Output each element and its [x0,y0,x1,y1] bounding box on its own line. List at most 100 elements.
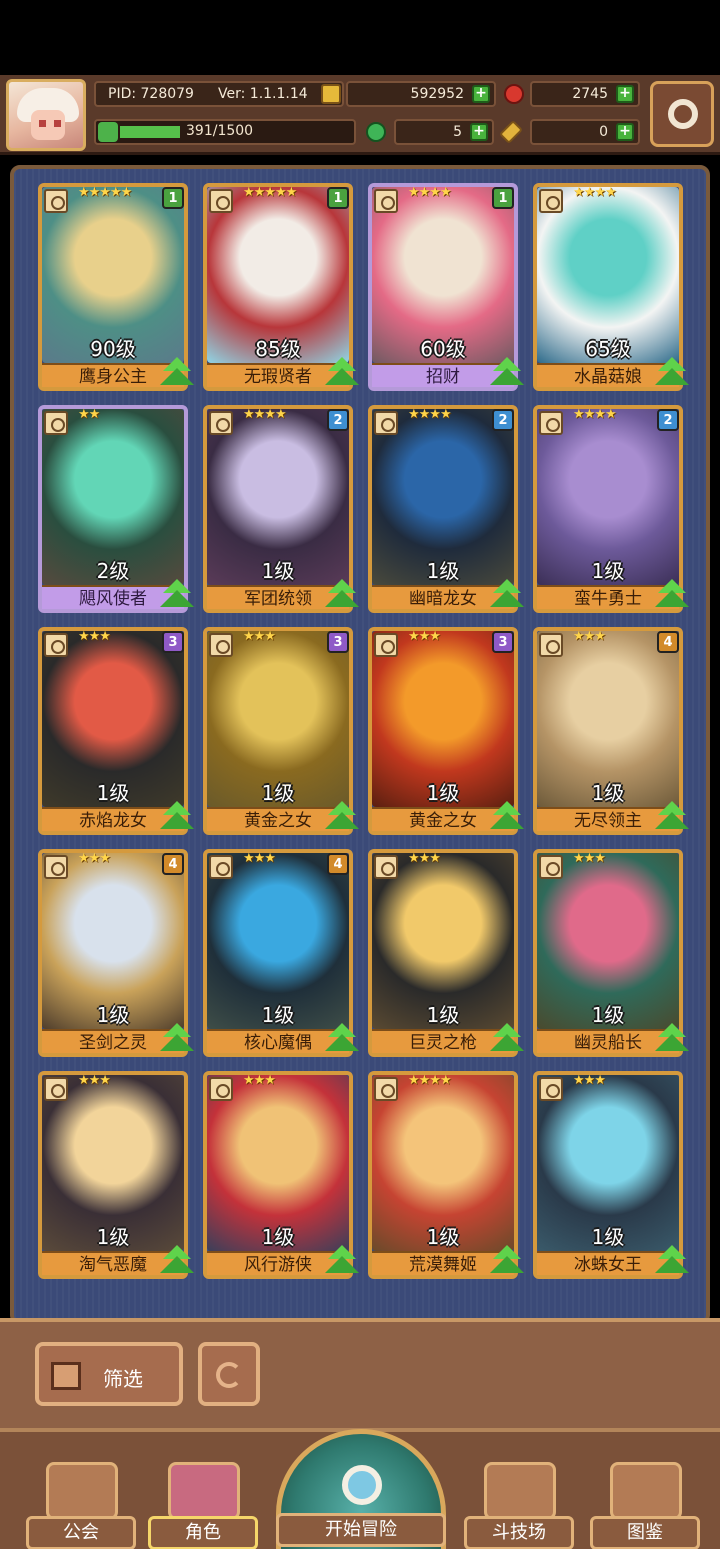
upgrade-arrow-bottom [490,368,524,385]
star-rating: ★★★★ [573,185,617,200]
upgrade-arrow-icon[interactable] [490,801,524,833]
nav-arena[interactable]: 斗技场 [464,1432,574,1549]
nav-guild[interactable]: 公会 [26,1432,136,1549]
character-card[interactable]: ★★★ 1级 巨灵之枪 [368,849,524,1057]
upgrade-arrow-icon[interactable] [325,801,359,833]
star-rating: ★★★ [573,1073,606,1088]
upgrade-arrow-bottom [490,1034,524,1051]
tier-badge: 4 [657,631,679,653]
refresh-button[interactable] [198,1342,260,1406]
character-card[interactable]: ★★★★ 2 1级 军团统领 [203,405,359,613]
tier-badge: 3 [327,631,349,653]
star-rating: ★★★★ [408,407,452,422]
character-list-panel[interactable]: ★★★★★ 1 90级 鹰身公主 ★★★★★ 1 85级 无瑕贤者 ★★★★ 1 60级 招财 ★★★★… [10,165,710,1325]
star-rating: ★★★ [243,851,276,866]
upgrade-arrow-bottom [325,368,359,385]
gem-box: 2745 + [530,81,640,107]
add-gold-button[interactable]: + [472,85,490,103]
class-icon [539,189,563,213]
upgrade-arrow-icon[interactable] [655,801,689,833]
add-keys-button[interactable]: + [616,123,634,141]
upgrade-arrow-icon[interactable] [490,1245,524,1277]
ruby-gem-icon [504,84,524,104]
upgrade-arrow-icon[interactable] [490,357,524,389]
star-rating: ★★★★ [408,1073,452,1088]
character-card[interactable]: ★★★ 4 1级 圣剑之灵 [38,849,194,1057]
character-card[interactable]: ★★★ 4 1级 核心魔偶 [203,849,359,1057]
star-rating: ★★★ [573,851,606,866]
character-card[interactable]: ★★★★ 1 60级 招财 [368,183,524,391]
star-rating: ★★★ [243,629,276,644]
upgrade-arrow-icon[interactable] [655,357,689,389]
filter-button[interactable]: 筛选 [35,1342,183,1406]
settings-button[interactable] [650,81,714,147]
upgrade-arrow-icon[interactable] [325,1023,359,1055]
key-box: 0 + [530,119,640,145]
upgrade-arrow-icon[interactable] [655,1245,689,1277]
character-card[interactable]: ★★★★ 2 1级 幽暗龙女 [368,405,524,613]
upgrade-arrow-icon[interactable] [655,1023,689,1055]
star-rating: ★★★ [573,629,606,644]
character-card[interactable]: ★★★★ 1级 荒漠舞姬 [368,1071,524,1279]
nav-start-adventure[interactable]: 开始冒险 [276,1429,446,1549]
character-card[interactable]: ★★★ 1级 冰蛛女王 [533,1071,689,1279]
upgrade-arrow-bottom [160,812,194,829]
top-status-bar: PID: 728079 Ver: 1.1.1.14 592952 + 2745 … [0,75,720,155]
upgrade-arrow-icon[interactable] [655,579,689,611]
class-icon [539,1077,563,1101]
tier-badge: 1 [162,187,184,209]
tier-badge: 4 [327,853,349,875]
class-icon [374,411,398,435]
upgrade-arrow-icon[interactable] [325,357,359,389]
class-icon [44,633,68,657]
gold-amount: 592952 [410,86,464,102]
character-card[interactable]: ★★★ 1级 淘气恶魔 [38,1071,194,1279]
stat-panel: PID: 728079 Ver: 1.1.1.14 592952 + 2745 … [94,81,642,149]
character-card[interactable]: ★★★ 1级 幽灵船长 [533,849,689,1057]
tier-badge: 1 [492,187,514,209]
tier-badge: 4 [162,853,184,875]
upgrade-arrow-bottom [160,1256,194,1273]
character-card[interactable]: ★★★★ 2 1级 蛮牛勇士 [533,405,689,613]
character-card[interactable]: ★★★★★ 1 90级 鹰身公主 [38,183,194,391]
nav-characters[interactable]: 角色 [148,1432,258,1549]
upgrade-arrow-icon[interactable] [160,801,194,833]
tier-badge: 2 [657,409,679,431]
star-rating: ★★ [78,407,100,422]
gold-box: 592952 + [346,81,496,107]
grid-icon [51,1362,81,1390]
upgrade-arrow-icon[interactable] [160,1245,194,1277]
character-card[interactable]: ★★★ 3 1级 黄金之女 [368,627,524,835]
character-card[interactable]: ★★★ 1级 风行游侠 [203,1071,359,1279]
upgrade-arrow-icon[interactable] [325,1245,359,1277]
add-clover-button[interactable]: + [470,123,488,141]
tier-badge: 3 [162,631,184,653]
star-rating: ★★★★ [573,407,617,422]
class-icon [44,411,68,435]
player-avatar[interactable] [6,79,86,151]
upgrade-arrow-icon[interactable] [490,1023,524,1055]
upgrade-arrow-icon[interactable] [160,357,194,389]
character-card[interactable]: ★★ 2级 飓风使者 [38,405,194,613]
add-gems-button[interactable]: + [616,85,634,103]
nav-codex[interactable]: 图鉴 [590,1432,700,1549]
upgrade-arrow-bottom [325,1034,359,1051]
nav-adventure-label: 开始冒险 [276,1513,446,1547]
character-card[interactable]: ★★★ 3 1级 黄金之女 [203,627,359,835]
upgrade-arrow-icon[interactable] [490,579,524,611]
avatar-eye [39,120,46,127]
upgrade-arrow-icon[interactable] [325,579,359,611]
upgrade-arrow-bottom [490,590,524,607]
gem-amount: 2745 [572,86,608,102]
character-card[interactable]: ★★★ 4 1级 无尽领主 [533,627,689,835]
upgrade-arrow-icon[interactable] [160,579,194,611]
character-card[interactable]: ★★★★★ 1 85级 无瑕贤者 [203,183,359,391]
upgrade-arrow-icon[interactable] [160,1023,194,1055]
character-card[interactable]: ★★★★ 65级 水晶菇娘 [533,183,689,391]
character-card[interactable]: ★★★ 3 1级 赤焰龙女 [38,627,194,835]
refresh-icon [216,1362,242,1388]
energy-bar: 391/1500 [94,119,356,145]
character-face-icon [168,1462,240,1520]
upgrade-arrow-bottom [655,812,689,829]
crossed-swords-icon [484,1462,556,1520]
